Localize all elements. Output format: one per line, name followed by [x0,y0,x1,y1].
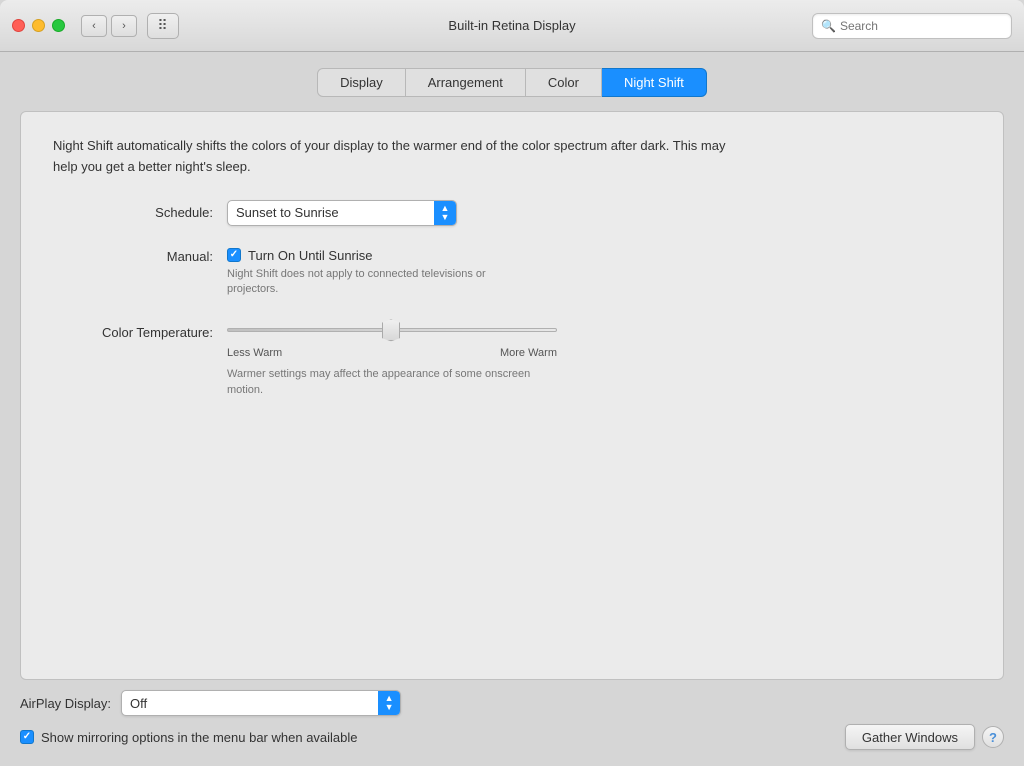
close-button[interactable] [12,19,25,32]
airplay-arrows: ▲ ▼ [378,691,400,715]
slider-labels: Less Warm More Warm [227,347,557,359]
schedule-label: Schedule: [53,205,213,220]
night-shift-description: Night Shift automatically shifts the col… [53,136,733,178]
mirroring-label: Show mirroring options in the menu bar w… [41,730,358,745]
temp-slider-track [227,328,557,332]
manual-checkbox-label: Turn On Until Sunrise [248,248,373,263]
temp-slider-container [227,319,557,341]
search-bar[interactable]: 🔍 [812,13,1012,39]
schedule-value: Sunset to Sunrise [236,205,448,220]
temp-row: Color Temperature: Less Warm More Warm W… [53,319,971,398]
back-button[interactable]: ‹ [81,15,107,37]
tab-display[interactable]: Display [317,68,406,97]
schedule-arrows: ▲ ▼ [434,201,456,225]
window-title: Built-in Retina Display [448,18,575,33]
temp-label: Color Temperature: [53,319,213,340]
manual-checkbox[interactable]: ✓ [227,248,241,262]
back-icon: ‹ [92,20,96,32]
help-button[interactable]: ? [982,726,1004,748]
more-warm-label: More Warm [500,347,557,359]
search-icon: 🔍 [821,19,836,33]
nav-buttons: ‹ › [81,15,137,37]
forward-icon: › [122,20,126,32]
settings-panel: Night Shift automatically shifts the col… [20,111,1004,680]
checkmark-icon: ✓ [230,250,238,260]
airplay-value: Off [130,696,392,711]
traffic-lights [12,19,65,32]
search-input[interactable] [840,19,1003,33]
checkmark-icon: ✓ [23,732,31,742]
grid-button[interactable]: ⠿ [147,13,179,39]
maximize-button[interactable] [52,19,65,32]
minimize-button[interactable] [32,19,45,32]
temp-content: Less Warm More Warm Warmer settings may … [227,319,557,398]
schedule-dropdown[interactable]: Sunset to Sunrise ▲ ▼ [227,200,457,226]
forward-button[interactable]: › [111,15,137,37]
manual-row: Manual: ✓ Turn On Until Sunrise Night Sh… [53,248,971,298]
chevron-down-icon: ▼ [441,213,450,222]
manual-helper-text: Night Shift does not apply to connected … [227,267,487,298]
chevron-down-icon: ▼ [385,703,394,712]
manual-label: Manual: [53,248,213,264]
mirroring-checkbox[interactable]: ✓ [20,730,34,744]
grid-icon: ⠿ [157,17,168,34]
tab-arrangement[interactable]: Arrangement [406,68,526,97]
manual-content: ✓ Turn On Until Sunrise Night Shift does… [227,248,487,298]
manual-checkbox-row: ✓ Turn On Until Sunrise [227,248,487,263]
tab-color[interactable]: Color [526,68,602,97]
slider-note: Warmer settings may affect the appearanc… [227,367,537,398]
main-area: Display Arrangement Color Night Shift Ni… [0,52,1024,766]
schedule-row: Schedule: Sunset to Sunrise ▲ ▼ [53,200,971,226]
less-warm-label: Less Warm [227,347,282,359]
gather-windows-button[interactable]: Gather Windows [845,724,975,750]
tab-bar: Display Arrangement Color Night Shift [20,68,1004,97]
tab-night-shift[interactable]: Night Shift [602,68,707,97]
titlebar: ‹ › ⠿ Built-in Retina Display 🔍 [0,0,1024,52]
airplay-label: AirPlay Display: [20,696,111,711]
airplay-dropdown[interactable]: Off ▲ ▼ [121,690,401,716]
temp-slider-thumb[interactable] [382,319,400,341]
